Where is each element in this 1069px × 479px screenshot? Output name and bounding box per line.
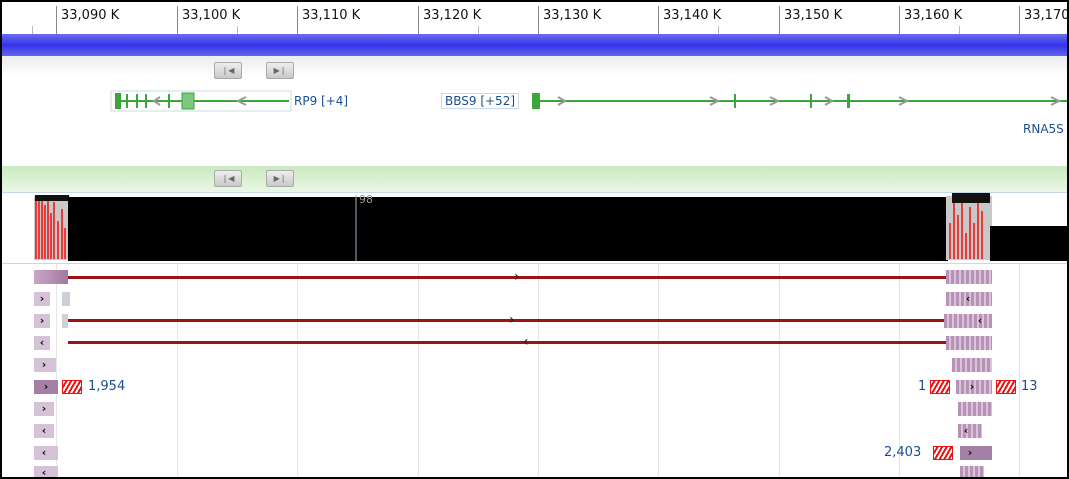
coverage-track[interactable]: 98 <box>2 192 1067 264</box>
ruler-minor-tick <box>237 26 238 34</box>
next-feature-button[interactable]: ▶❘ <box>266 170 294 187</box>
overflow-count-right-before: 1 <box>918 379 927 394</box>
coverage-max-label: 98 <box>359 193 373 206</box>
overflow-badge-icon[interactable] <box>996 380 1016 394</box>
read[interactable]: › <box>34 292 50 306</box>
overflow-badge-icon[interactable] <box>933 446 953 460</box>
read[interactable]: ‹ <box>34 446 58 460</box>
sequence-band[interactable] <box>2 34 1067 56</box>
chevron-left-icon: ‹ <box>523 334 529 350</box>
reads-track[interactable]: › › ‹ › › ‹ ‹ ‹ › › 1,954 1 › 13 › ‹ ‹ ‹… <box>2 264 1067 477</box>
ruler-minor-tick <box>32 26 33 34</box>
read[interactable]: ‹ <box>34 336 50 350</box>
read[interactable] <box>34 270 68 284</box>
gene-models[interactable] <box>2 56 1067 166</box>
read[interactable] <box>946 336 992 350</box>
read[interactable]: ‹ <box>944 314 992 328</box>
gene-rp9[interactable] <box>110 90 292 112</box>
gene-label-rna5s[interactable]: RNA5S <box>1023 122 1064 136</box>
overflow-count-right-after: 13 <box>1021 379 1038 394</box>
ruler-tick: 33,170 <box>1019 6 1067 34</box>
chevron-left-icon: ‹ <box>39 336 45 349</box>
overflow-badge-icon[interactable] <box>62 380 82 394</box>
coverage-histogram <box>34 193 1067 261</box>
track-separator-band: ❘◀ ▶❘ <box>2 166 1067 192</box>
genes-track[interactable]: ❘◀ ▶❘ RP9 [+4] BBS9 [+52] RNA5S <box>2 56 1067 166</box>
ruler-minor-tick <box>959 26 960 34</box>
ruler-tick: 33,110 K <box>297 6 360 34</box>
read[interactable]: ‹ <box>946 292 992 306</box>
splice-junction[interactable] <box>68 276 946 279</box>
ruler-tick: 33,100 K <box>177 6 240 34</box>
overflow-count-left: 1,954 <box>88 379 126 394</box>
gene-label-bbs9[interactable]: BBS9 [+52] <box>441 93 520 109</box>
read[interactable]: ‹ <box>34 466 58 479</box>
ruler-tick: 33,160 K <box>899 6 962 34</box>
chevron-left-icon: ‹ <box>963 424 969 437</box>
read[interactable] <box>952 358 992 372</box>
chevron-right-icon: › <box>39 314 45 327</box>
splice-junction[interactable] <box>68 319 944 322</box>
chevron-left-icon: ‹ <box>41 466 47 479</box>
read[interactable] <box>946 270 992 284</box>
ruler-minor-tick <box>718 26 719 34</box>
chevron-right-icon: › <box>41 402 47 415</box>
overflow-count-bottom: 2,403 <box>884 445 922 460</box>
coordinate-ruler[interactable]: 33,090 K 33,100 K 33,110 K 33,120 K 33,1… <box>2 2 1067 34</box>
chevron-left-icon: ‹ <box>41 424 47 437</box>
read[interactable] <box>958 402 992 416</box>
read[interactable] <box>960 466 984 477</box>
read[interactable]: › <box>34 314 50 328</box>
read[interactable]: › <box>34 402 54 416</box>
gene-label-rp9[interactable]: RP9 [+4] <box>294 94 349 108</box>
ruler-tick: 33,140 K <box>658 6 721 34</box>
gene-bbs9[interactable] <box>532 93 1067 109</box>
chevron-right-icon: › <box>39 292 45 305</box>
read[interactable]: ‹ <box>34 424 54 438</box>
ruler-tick: 33,150 K <box>779 6 842 34</box>
chevron-right-icon: › <box>967 446 973 459</box>
read[interactable]: › <box>960 446 992 460</box>
ruler-tick: 33,130 K <box>538 6 601 34</box>
genome-browser-viewport[interactable]: 33,090 K 33,100 K 33,110 K 33,120 K 33,1… <box>0 0 1069 479</box>
chevron-right-icon: › <box>514 269 520 285</box>
read[interactable]: › <box>956 380 992 394</box>
read[interactable]: › <box>34 358 56 372</box>
read[interactable]: ‹ <box>958 424 982 438</box>
ruler-minor-tick <box>478 26 479 34</box>
chevron-left-icon: ‹ <box>977 314 983 327</box>
overflow-badge-icon[interactable] <box>930 380 950 394</box>
read[interactable]: › <box>34 380 58 394</box>
ruler-tick: 33,090 K <box>56 6 119 34</box>
chevron-right-icon: › <box>41 358 47 371</box>
chevron-left-icon: ‹ <box>41 446 47 459</box>
read[interactable] <box>62 292 70 306</box>
prev-feature-button[interactable]: ❘◀ <box>214 170 242 187</box>
splice-junction[interactable] <box>68 341 946 344</box>
chevron-right-icon: › <box>509 312 515 328</box>
chevron-left-icon: ‹ <box>965 292 971 305</box>
chevron-right-icon: › <box>969 380 975 393</box>
chevron-right-icon: › <box>43 380 49 393</box>
ruler-tick: 33,120 K <box>418 6 481 34</box>
